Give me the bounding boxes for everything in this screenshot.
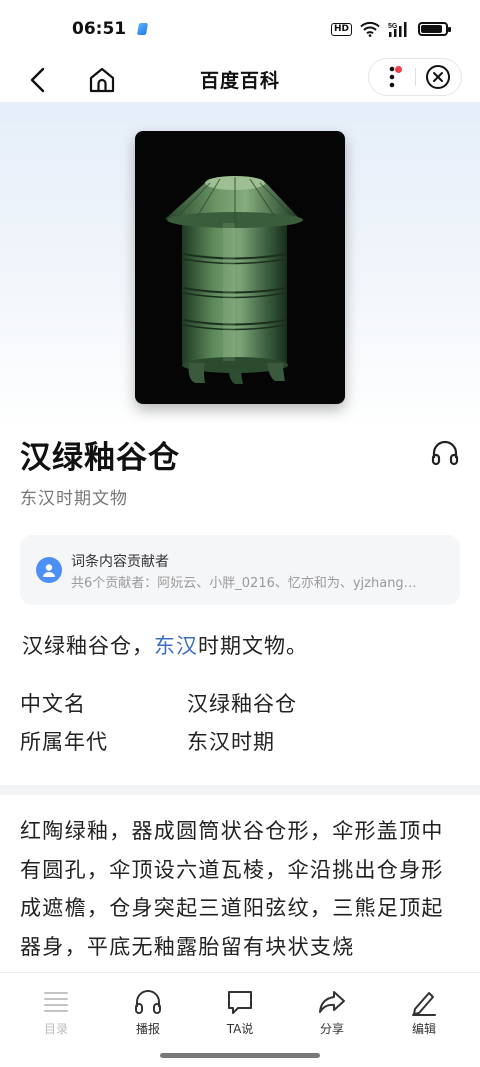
- toolbar-share-label: 分享: [319, 1022, 344, 1036]
- mini-program-capsule: [368, 58, 462, 96]
- wifi-icon: [360, 21, 380, 37]
- toolbar-edit-button[interactable]: 编辑: [394, 987, 454, 1037]
- battery-icon: [418, 22, 451, 36]
- status-bar: 06:51 HD 5G: [0, 0, 480, 58]
- entry-subtitle: 东汉时期文物: [20, 489, 128, 509]
- info-label: 中文名: [20, 692, 86, 716]
- summary-text: 汉绿釉谷仓，东汉时期文物。: [22, 630, 308, 660]
- more-vertical-icon: [389, 66, 395, 88]
- toolbar-broadcast-label: 播报: [135, 1022, 160, 1036]
- toolbar-share-button[interactable]: 分享: [302, 987, 362, 1037]
- headphones-icon: [135, 990, 161, 1014]
- info-label: 所属年代: [20, 730, 108, 754]
- toc-list-icon: [44, 992, 68, 1012]
- entry-title: 汉绿釉谷仓: [20, 440, 180, 476]
- toolbar-toc-label: 目录: [43, 1022, 68, 1036]
- app-notification-icon: [137, 23, 149, 35]
- status-right: HD 5G: [330, 21, 451, 37]
- svg-text:5G: 5G: [388, 23, 398, 30]
- share-icon: [319, 991, 345, 1013]
- contributors-card[interactable]: 词条内容贡献者 共6个贡献者：阿妧云、小胖_0216、忆亦和为、yjzhang…: [20, 535, 460, 605]
- hd-badge: HD: [330, 22, 352, 36]
- toolbar-ta-say-label: TA说: [226, 1022, 254, 1036]
- body-paragraph: 红陶绿釉，器成圆筒状谷仓形，伞形盖顶中有圆孔，伞顶设六道瓦棱，伞沿挑出仓身形成遮…: [20, 819, 444, 959]
- summary-suffix: 时期文物。: [198, 634, 308, 658]
- summary-link-donghan[interactable]: 东汉: [154, 634, 198, 658]
- cellular-signal-icon: 5G: [388, 22, 407, 37]
- toolbar-toc-button[interactable]: 目录: [26, 987, 86, 1037]
- contributors-title: 词条内容贡献者: [71, 554, 169, 570]
- artifact-image[interactable]: [135, 131, 345, 404]
- contributor-avatar-icon: [36, 557, 62, 583]
- toolbar-ta-say-button[interactable]: TA说: [210, 987, 270, 1037]
- home-indicator: [160, 1053, 320, 1058]
- hero-banner: [0, 102, 480, 432]
- toolbar-edit-label: 编辑: [411, 1022, 436, 1036]
- summary-prefix: 汉绿釉谷仓，: [22, 634, 154, 658]
- granary-illustration: [165, 176, 303, 384]
- battery-level: [421, 25, 442, 33]
- status-time: 06:51: [72, 19, 127, 39]
- close-circle-icon: [426, 65, 451, 89]
- close-button[interactable]: [415, 59, 461, 95]
- user-icon: [43, 564, 55, 577]
- contributors-list: 共6个贡献者：阿妧云、小胖_0216、忆亦和为、yjzhang…: [71, 576, 417, 591]
- status-left: 06:51: [72, 19, 149, 39]
- section-divider: [0, 785, 480, 795]
- notification-dot: [394, 66, 402, 73]
- nav-bar: 百度百科: [0, 58, 480, 102]
- more-button[interactable]: [369, 59, 415, 95]
- chat-bubble-icon: [228, 991, 252, 1014]
- info-value: 汉绿釉谷仓: [187, 692, 297, 716]
- toolbar-broadcast-button[interactable]: 播报: [118, 987, 178, 1037]
- edit-pen-icon: [412, 992, 436, 1016]
- headphones-icon[interactable]: [430, 438, 460, 468]
- info-value: 东汉时期: [187, 730, 275, 754]
